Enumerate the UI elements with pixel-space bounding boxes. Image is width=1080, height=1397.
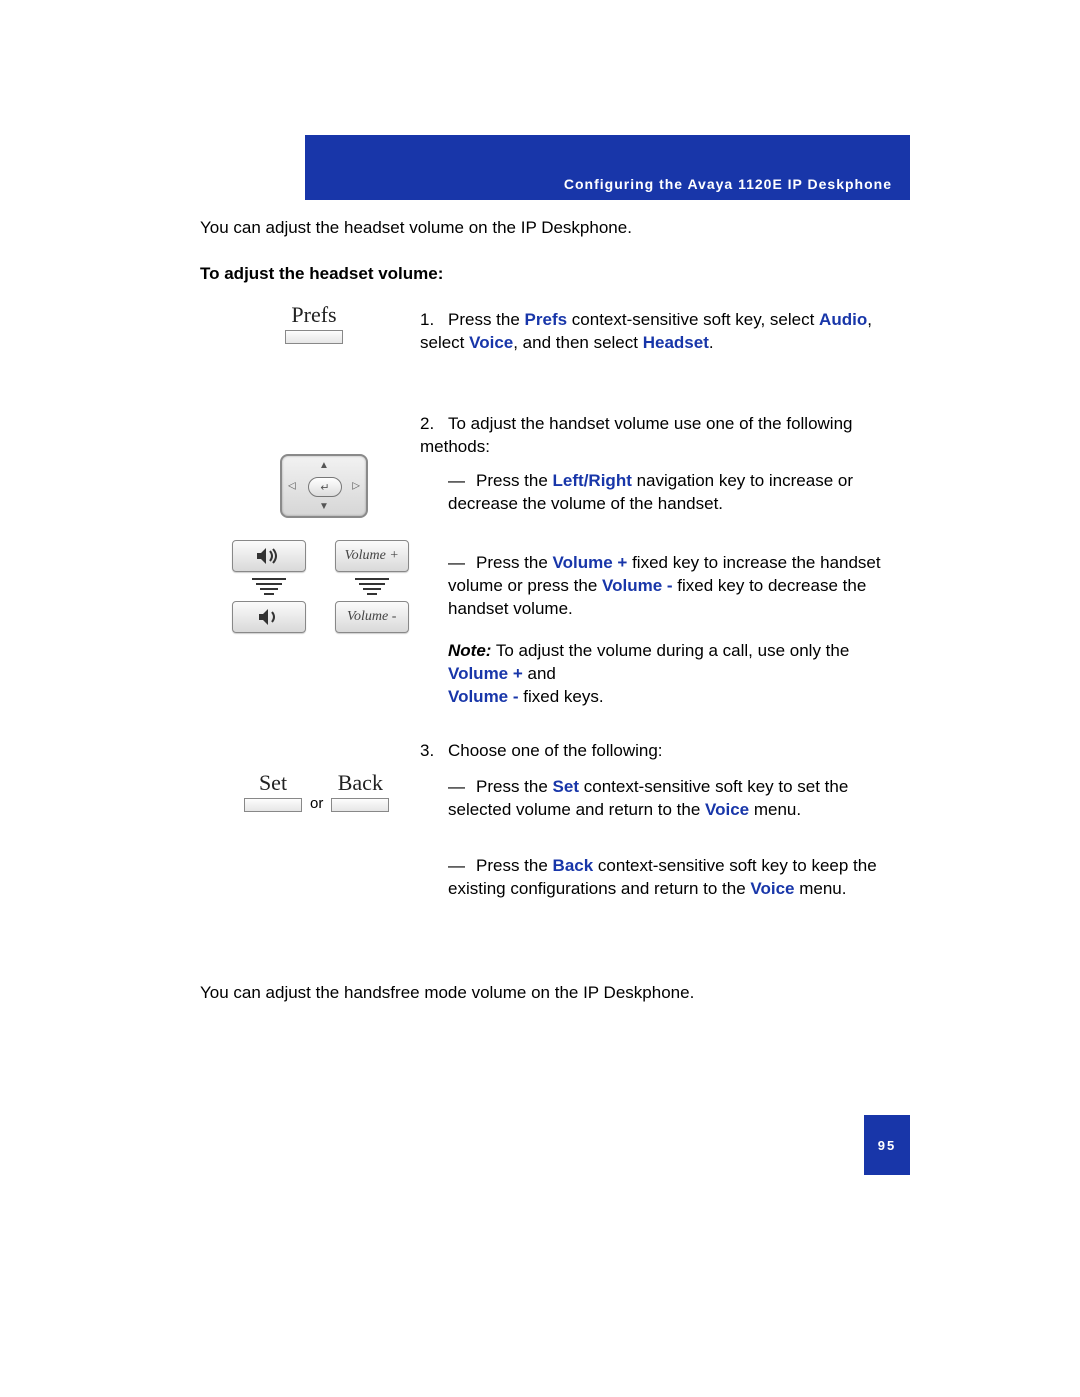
volume-keys-graphic: Volume + Volume -: [232, 540, 409, 633]
volume-lines-icon-2: [335, 578, 409, 595]
softkey-back: Back: [331, 770, 389, 812]
step-3-bullet-1: —Press the Set context-sensitive soft ke…: [448, 776, 905, 822]
kw-set: Set: [553, 777, 579, 796]
volume-icon-col: [232, 540, 306, 633]
step-1-text-5: .: [709, 333, 714, 352]
nav-enter-icon: ↵: [308, 477, 342, 497]
page-number: 95: [878, 1138, 896, 1153]
or-text: or: [310, 795, 323, 812]
kw-vol-plus-2: Volume +: [448, 664, 523, 683]
softkey-prefs: Prefs: [285, 302, 343, 344]
step-2-bullet-1: —Press the Left/Right navigation key to …: [448, 470, 905, 516]
outro-text: You can adjust the handsfree mode volume…: [200, 983, 694, 1003]
step-1: 1.Press the Prefs context-sensitive soft…: [420, 309, 905, 355]
b4-t3: menu.: [795, 879, 847, 898]
volume-plus-label: Volume +: [335, 540, 409, 572]
kw-left-right: Left/Right: [553, 471, 632, 490]
dash-icon: —: [448, 552, 476, 575]
step-1-text-1: Press the: [448, 310, 525, 329]
step-1-number: 1.: [420, 309, 448, 332]
header-title: Configuring the Avaya 1120E IP Deskphone: [564, 176, 892, 192]
intro-text: You can adjust the headset volume on the…: [200, 218, 632, 238]
b3-t3: menu.: [749, 800, 801, 819]
step-2-number: 2.: [420, 413, 448, 436]
step-3-text: Choose one of the following:: [448, 741, 663, 760]
nav-outer: ▲ ▼ ◁ ▷ ↵: [280, 454, 368, 518]
softkey-set-button: [244, 798, 302, 812]
dash-icon: —: [448, 855, 476, 878]
softkey-back-label: Back: [331, 770, 389, 796]
set-back-keys: Set or Back: [244, 770, 389, 812]
note-block: Note: To adjust the volume during a call…: [448, 640, 905, 709]
softkey-prefs-label: Prefs: [285, 302, 343, 328]
note-t1: To adjust the volume during a call, use …: [491, 641, 849, 660]
step-1-text-2: context-sensitive soft key, select: [567, 310, 819, 329]
nav-down-icon: ▼: [319, 501, 329, 512]
volume-up-icon: [232, 540, 306, 572]
step-3: 3.Choose one of the following:: [420, 740, 905, 763]
kw-vol-minus: Volume -: [602, 576, 673, 595]
volume-label-col: Volume + Volume -: [335, 540, 409, 633]
page-number-box: 95: [864, 1115, 910, 1175]
kw-vol-plus: Volume +: [553, 553, 628, 572]
nav-up-icon: ▲: [319, 460, 329, 471]
step-3-number: 3.: [420, 740, 448, 763]
page: Configuring the Avaya 1120E IP Deskphone…: [0, 0, 1080, 1397]
volume-minus-label: Volume -: [335, 601, 409, 633]
softkey-set-label: Set: [244, 770, 302, 796]
kw-vol-minus-2: Volume -: [448, 687, 519, 706]
note-t2: and: [523, 664, 556, 683]
softkey-prefs-button: [285, 330, 343, 344]
b1-t1: Press the: [476, 471, 553, 490]
kw-back: Back: [553, 856, 594, 875]
volume-lines-icon: [232, 578, 306, 595]
volume-down-icon: [232, 601, 306, 633]
step-2-text: To adjust the handset volume use one of …: [420, 414, 853, 456]
kw-voice: Voice: [469, 333, 513, 352]
step-3-bullet-2: —Press the Back context-sensitive soft k…: [448, 855, 905, 901]
note-label: Note:: [448, 641, 491, 660]
softkey-set: Set: [244, 770, 302, 812]
nav-left-icon: ◁: [288, 481, 296, 492]
b2-t1: Press the: [476, 553, 553, 572]
kw-prefs: Prefs: [525, 310, 568, 329]
b3-t1: Press the: [476, 777, 553, 796]
kw-audio: Audio: [819, 310, 867, 329]
step-1-text-4: , and then select: [513, 333, 642, 352]
step-2-bullet-2: —Press the Volume + fixed key to increas…: [448, 552, 905, 621]
b4-t1: Press the: [476, 856, 553, 875]
step-2: 2.To adjust the handset volume use one o…: [420, 413, 905, 459]
section-subhead: To adjust the headset volume:: [200, 264, 443, 284]
header-bar: Configuring the Avaya 1120E IP Deskphone: [305, 135, 910, 200]
dash-icon: —: [448, 470, 476, 493]
dash-icon: —: [448, 776, 476, 799]
softkey-back-button: [331, 798, 389, 812]
note-t3: fixed keys.: [519, 687, 604, 706]
kw-voice-2: Voice: [705, 800, 749, 819]
kw-headset: Headset: [643, 333, 709, 352]
navigation-key-graphic: ▲ ▼ ◁ ▷ ↵: [280, 454, 364, 514]
nav-right-icon: ▷: [352, 481, 360, 492]
kw-voice-3: Voice: [750, 879, 794, 898]
